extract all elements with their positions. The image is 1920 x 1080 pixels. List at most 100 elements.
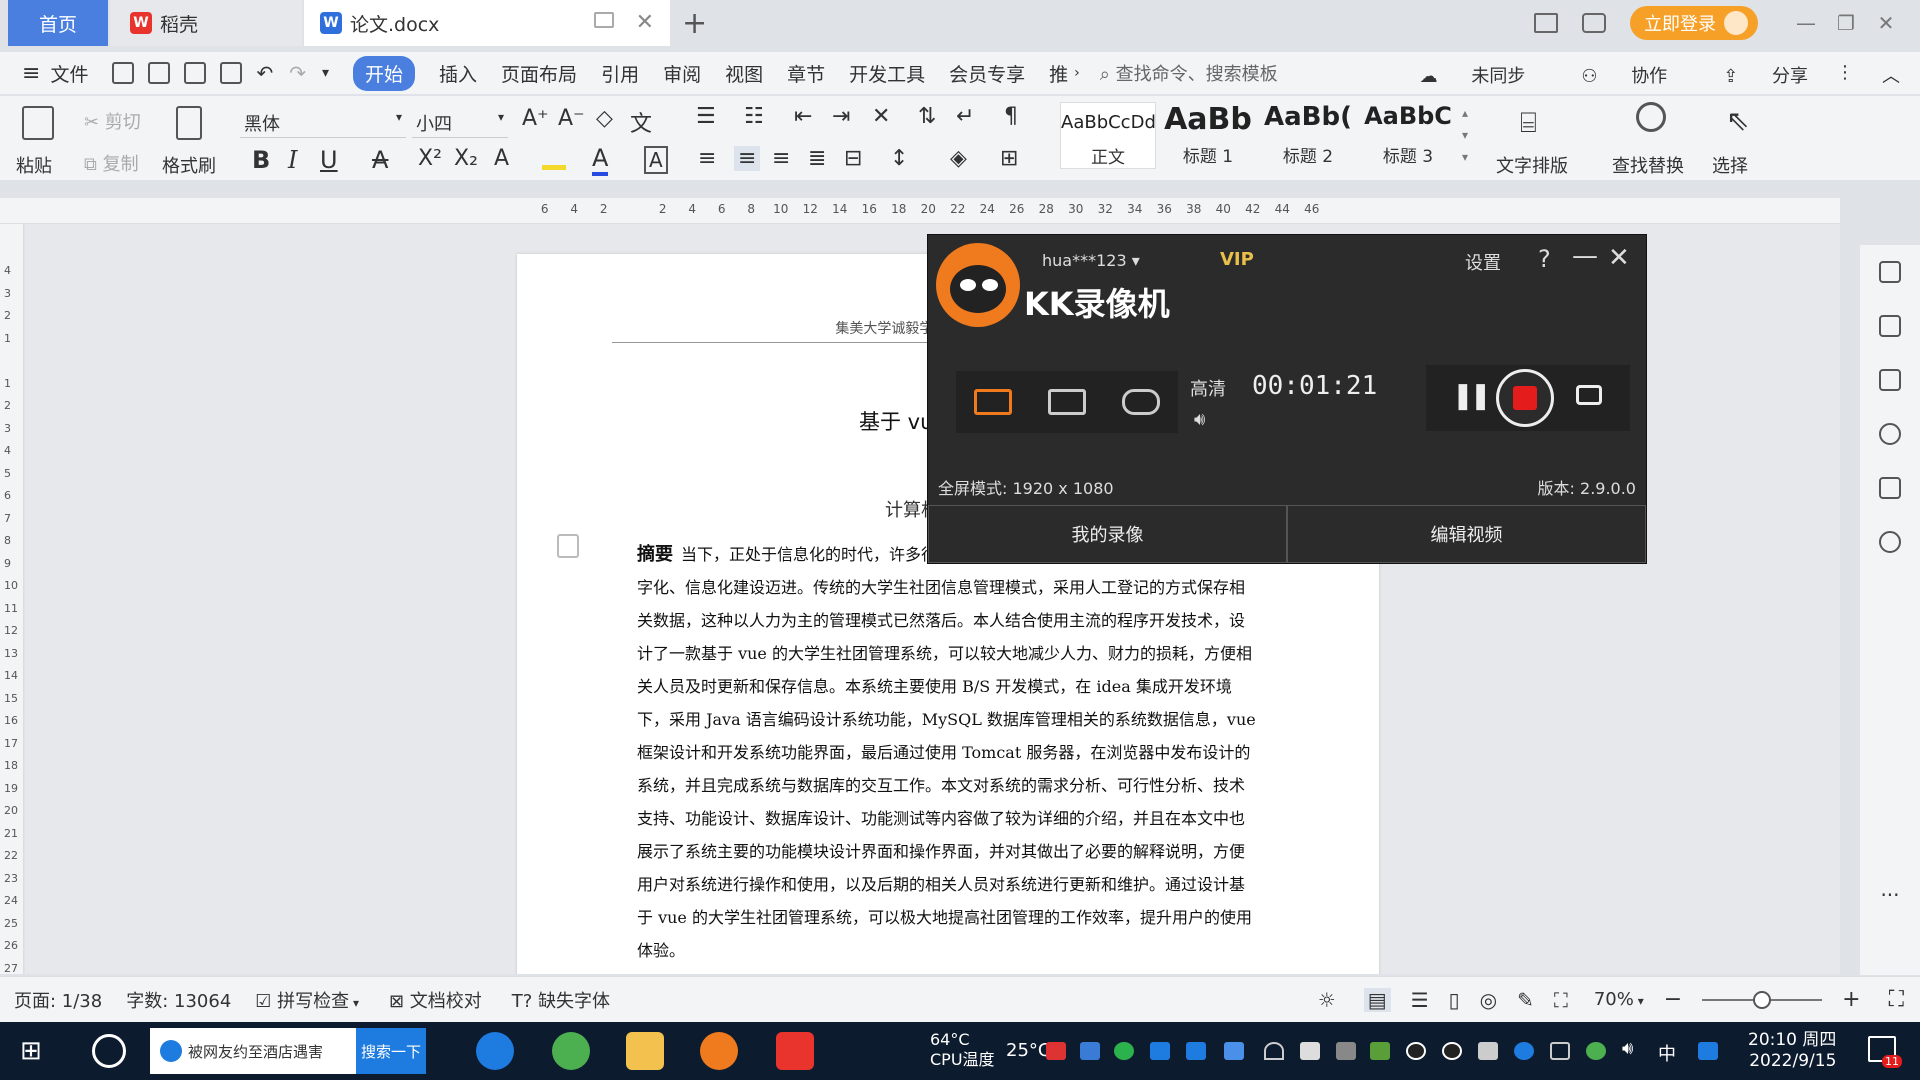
paragraph-tool-icon[interactable] [557, 534, 579, 558]
kk-recorder-taskbar-icon[interactable] [700, 1032, 738, 1070]
navigation-icon[interactable] [1879, 531, 1901, 553]
more-options-icon[interactable]: ⋮ [1836, 62, 1854, 88]
copy-button[interactable]: ⧉ 复制 [84, 150, 139, 176]
pause-icon[interactable]: ❚❚ [1452, 381, 1492, 411]
page-view-icon[interactable]: ▤ [1363, 987, 1391, 1012]
horizontal-ruler[interactable]: 6 4 2 2 4 6 8 10 12 14 16 18 20 22 24 26 28 30 32 34 36 38 40 4… [0, 198, 1840, 224]
format-painter-button[interactable]: 格式刷 [162, 152, 216, 178]
tab-document[interactable]: W 论文.docx ✕ [304, 0, 670, 46]
export-pdf-icon[interactable] [148, 62, 171, 84]
text-direction-icon[interactable]: ↵ [956, 104, 974, 129]
hamburger-icon[interactable]: ≡ [22, 61, 40, 86]
text-layout-icon[interactable]: ⌸ [1520, 106, 1537, 140]
action-center-icon[interactable]: 11 [1868, 1036, 1902, 1068]
missing-font-button[interactable]: T? 缺失字体 [512, 987, 610, 1013]
style-heading-2[interactable]: AaBb( 标题 2 [1260, 102, 1356, 169]
zoom-out-icon[interactable]: − [1664, 987, 1682, 1012]
kk-settings-button[interactable]: 设置 [1465, 249, 1501, 275]
edit-video-button[interactable]: 编辑视频 [1287, 505, 1646, 563]
justify-icon[interactable]: ≣ [808, 146, 826, 171]
shrink-font-icon[interactable]: A⁻ [558, 106, 585, 131]
fullscreen-icon[interactable]: ⛶ [1889, 987, 1904, 1012]
new-tab-icon[interactable]: + [682, 6, 707, 41]
doc-proofread-button[interactable]: ⊠ 文档校对 [389, 987, 482, 1013]
help-circle-icon[interactable] [1879, 423, 1901, 445]
menu-insert[interactable]: 插入 [439, 60, 477, 87]
taskbar-search-box[interactable]: 被网友约至酒店遇害 搜索一下 [150, 1028, 426, 1074]
command-search[interactable]: ⌕ 查找命令、搜索模板 [1100, 60, 1278, 86]
paste-icon[interactable] [22, 106, 54, 140]
volume-icon[interactable]: 🔊︎ [1622, 1038, 1633, 1059]
print-icon[interactable] [184, 62, 207, 84]
style-heading-1[interactable]: AaBb 标题 1 [1160, 102, 1256, 169]
battery-icon[interactable] [1478, 1042, 1498, 1060]
kk-quality-setting[interactable]: 高清 [1190, 375, 1226, 401]
font-name-select[interactable]: 黑体 ▾ [240, 110, 406, 138]
format-painter-icon[interactable] [176, 106, 202, 140]
menu-review[interactable]: 审阅 [663, 60, 701, 87]
collapse-ribbon-icon[interactable]: ︿ [1882, 62, 1900, 88]
font-color-icon[interactable]: A [592, 144, 609, 176]
screenshot-camera-icon[interactable] [1576, 385, 1602, 405]
wifi-icon[interactable] [1264, 1042, 1284, 1060]
cursor-icon[interactable] [1879, 315, 1901, 337]
monitor-icon[interactable] [594, 12, 614, 28]
share-button[interactable]: ⇪ 分享 [1695, 62, 1808, 88]
tray-app-icon[interactable] [1186, 1042, 1206, 1060]
kk-recorder-window[interactable]: hua***123 ▾ VIP KK录像机 设置 ? — ✕ 高清 🔊︎ 00:… [927, 234, 1647, 564]
security-shield-icon[interactable] [1224, 1042, 1244, 1060]
sliders-icon[interactable] [1879, 369, 1901, 391]
menu-more-icon[interactable]: › [1074, 65, 1080, 81]
wps-taskbar-icon[interactable] [776, 1032, 814, 1070]
ie-browser-icon[interactable] [476, 1032, 514, 1070]
weather-widget[interactable]: 64°C CPU温度 [930, 1030, 995, 1070]
numbered-list-icon[interactable]: ☷ [744, 104, 764, 129]
shading-icon[interactable]: ◈ [950, 146, 967, 171]
tray-app-icon[interactable] [1336, 1042, 1356, 1060]
word-count[interactable]: 字数: 13064 [126, 987, 231, 1013]
zoom-slider[interactable] [1702, 990, 1823, 1009]
menu-file[interactable]: 文件 [50, 60, 88, 87]
sort-icon[interactable]: ⇅ [918, 104, 936, 129]
file-explorer-icon[interactable] [626, 1032, 664, 1070]
game-mode-icon[interactable] [1122, 389, 1160, 415]
input-method[interactable]: 中 [1658, 1040, 1676, 1066]
bullet-list-icon[interactable]: ☰ [696, 104, 716, 129]
underline-icon[interactable]: U [320, 146, 338, 174]
menu-view[interactable]: 视图 [725, 60, 763, 87]
redo-icon[interactable]: ↷ [289, 61, 306, 85]
kk-help-icon[interactable]: ? [1538, 245, 1551, 273]
stop-record-button[interactable] [1496, 369, 1554, 427]
window-restore-icon[interactable]: ❐ [1826, 11, 1866, 35]
read-mode-icon[interactable]: ▯ [1449, 988, 1460, 1012]
kk-vip-badge[interactable]: VIP [1220, 249, 1254, 270]
menu-chapter[interactable]: 章节 [787, 60, 825, 87]
page-count[interactable]: 页面: 1/38 [14, 987, 102, 1013]
windows-start-icon[interactable]: ⊞ [20, 1036, 70, 1066]
text-effect-icon[interactable]: A [494, 146, 509, 171]
clear-format-icon[interactable]: ◇ [596, 106, 613, 131]
chinese-layout-icon[interactable]: ✕ [872, 104, 890, 129]
print-preview-icon[interactable] [220, 62, 243, 84]
fullscreen-mode-icon[interactable] [974, 389, 1012, 415]
kk-close-icon[interactable]: ✕ [1608, 243, 1630, 273]
fit-page-icon[interactable]: ⛶ [1554, 988, 1568, 1012]
decrease-indent-icon[interactable]: ⇤ [794, 104, 812, 129]
bold-icon[interactable]: B [252, 146, 270, 174]
phonetic-guide-icon[interactable]: 文 [630, 106, 652, 138]
grow-font-icon[interactable]: A⁺ [522, 106, 549, 131]
menu-developer[interactable]: 开发工具 [849, 60, 925, 87]
web-view-icon[interactable]: ◎ [1480, 988, 1497, 1012]
save-icon[interactable] [112, 62, 135, 84]
style-scroll-icon[interactable]: ▴ ▾ ▾ [1462, 102, 1468, 169]
tray-app-icon[interactable] [1150, 1042, 1170, 1060]
region-mode-icon[interactable] [1048, 389, 1086, 415]
tab-home[interactable]: 首页 [8, 0, 108, 46]
zoom-in-icon[interactable]: + [1842, 987, 1860, 1012]
tab-close-icon[interactable]: ✕ [636, 10, 654, 35]
login-button[interactable]: 立即登录 [1630, 6, 1758, 40]
tray-app-icon[interactable] [1586, 1042, 1606, 1060]
more-options-icon[interactable]: ··· [1860, 883, 1920, 907]
wechat-tray-icon[interactable] [1114, 1042, 1134, 1060]
menu-page-layout[interactable]: 页面布局 [501, 60, 577, 87]
